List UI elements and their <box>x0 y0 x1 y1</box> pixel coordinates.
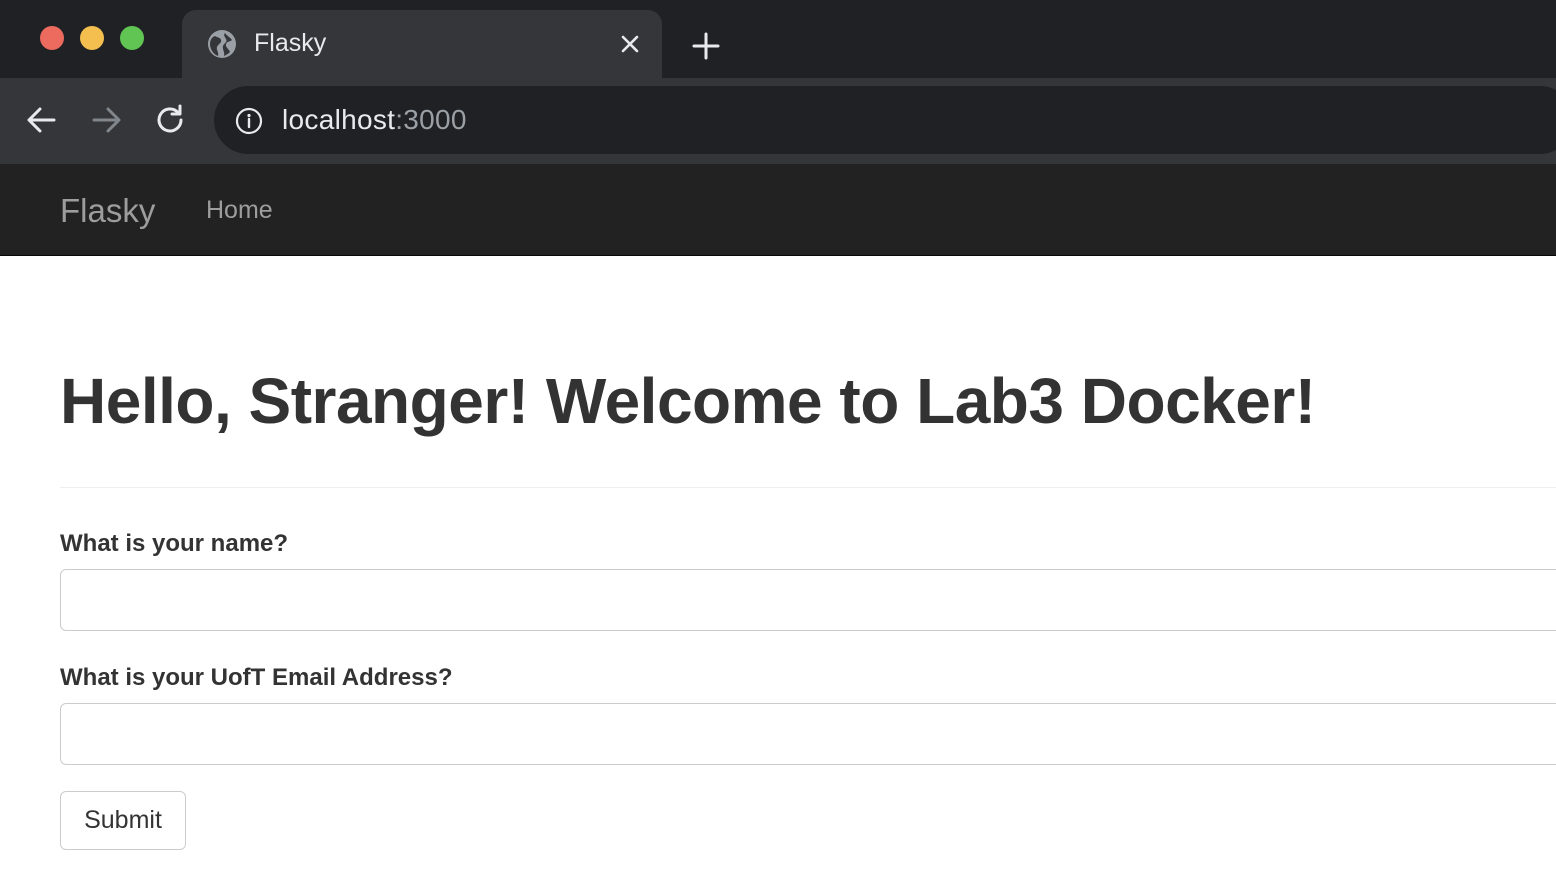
navbar-brand[interactable]: Flasky <box>60 192 155 230</box>
reload-icon[interactable] <box>150 100 190 140</box>
forward-icon[interactable] <box>86 100 126 140</box>
email-field-label: What is your UofT Email Address? <box>60 664 453 691</box>
browser-toolbar: localhost:3000 <box>0 78 1556 164</box>
name-field-label: What is your name? <box>60 530 289 557</box>
window-minimize-button[interactable] <box>80 26 104 50</box>
url-host: localhost <box>282 104 396 135</box>
page-title: Hello, Stranger! Welcome to Lab3 Docker! <box>60 365 1316 437</box>
info-icon[interactable] <box>234 106 264 136</box>
window-close-button[interactable] <box>40 26 64 50</box>
site-navbar: Flasky Home <box>0 164 1556 256</box>
window-maximize-button[interactable] <box>120 26 144 50</box>
url-port: :3000 <box>395 104 467 135</box>
name-field[interactable] <box>60 569 1556 631</box>
address-url: localhost:3000 <box>282 104 467 136</box>
back-icon[interactable] <box>22 100 62 140</box>
browser-tab-bar: Flasky <box>0 0 1556 80</box>
submit-button[interactable]: Submit <box>60 791 186 850</box>
tab-title: Flasky <box>254 29 327 57</box>
address-bar[interactable]: localhost:3000 <box>214 86 1556 154</box>
plus-icon[interactable] <box>690 30 722 62</box>
globe-icon <box>208 30 236 58</box>
nav-link-home[interactable]: Home <box>206 196 273 225</box>
browser-tab[interactable]: Flasky <box>182 10 662 80</box>
email-field[interactable] <box>60 703 1556 765</box>
close-icon[interactable] <box>618 32 642 56</box>
header-divider <box>60 487 1556 488</box>
